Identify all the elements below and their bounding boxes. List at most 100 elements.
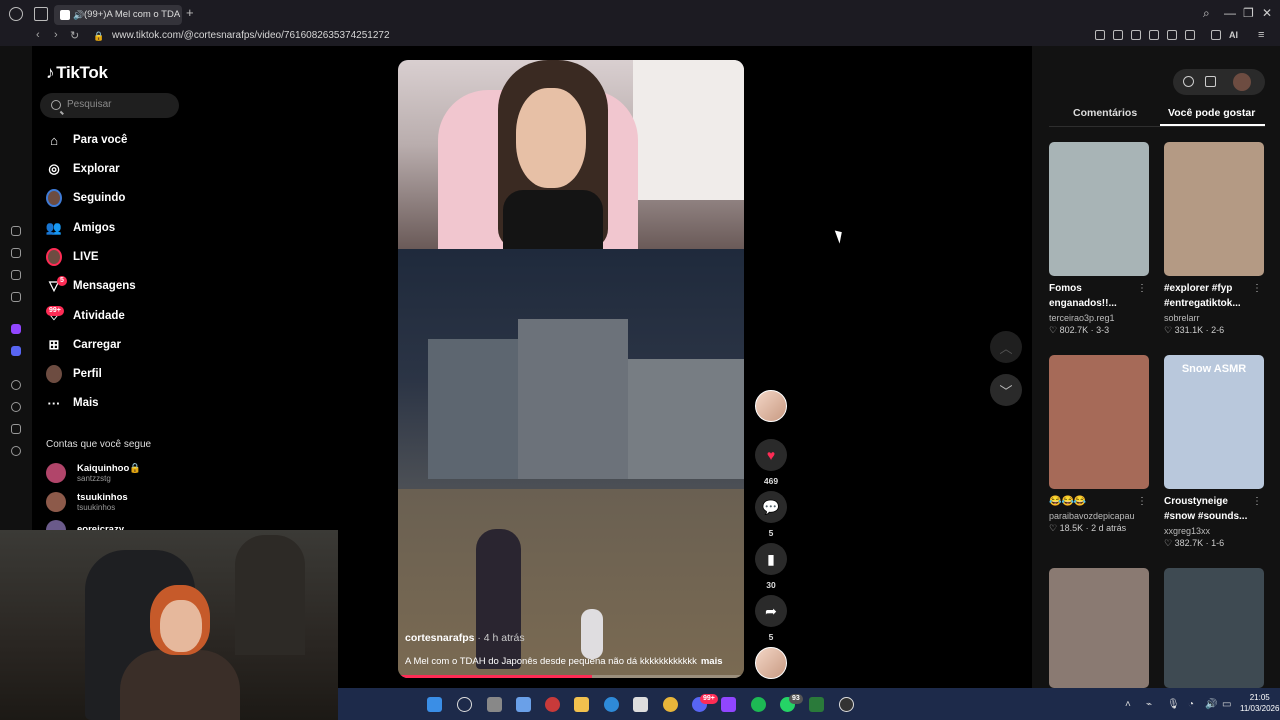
reload-icon[interactable]: ↻ [70,29,79,42]
settings-icon[interactable] [11,446,21,456]
spotify-icon[interactable] [751,697,766,712]
recommended-video-card[interactable]: Snow ASMR ⋮ Croustyneige #snow #sounds..… [1164,355,1264,549]
video-thumbnail[interactable] [1049,142,1149,276]
widgets-icon[interactable] [516,697,531,712]
history-icon[interactable] [11,226,21,236]
windows-start-icon[interactable] [427,697,442,712]
nav-mais[interactable]: ··· Mais [46,392,99,414]
more-options-icon[interactable]: ⋮ [1137,283,1147,294]
nav-seguindo[interactable]: Seguindo [46,187,125,209]
tab-comments[interactable]: Comentários [1073,107,1137,119]
ai-button[interactable]: AI [1229,30,1238,40]
notes-icon[interactable] [11,270,21,280]
forward-icon[interactable]: › [54,29,58,41]
tiktok-logo[interactable]: ♪ TikTok [46,63,108,83]
followed-account[interactable]: tsuukinhos tsuukinhos [46,490,128,514]
clock-icon[interactable] [11,402,21,412]
nav-para-voce[interactable]: ⌂ Para você [46,129,127,151]
recommended-video-card[interactable]: ⋮ 😂😂😂 paraibavozdepicapau ♡ 18.5K · 2 d … [1049,355,1149,534]
search-icon[interactable]: ⌕ [1203,6,1210,21]
recommended-video-card[interactable] [1049,568,1149,688]
browser-menu-icon[interactable] [9,7,23,21]
caption-more-button[interactable]: mais [701,656,723,667]
obs-icon[interactable] [839,697,854,712]
nav-live[interactable]: LIVE [46,246,99,268]
twitch-icon[interactable] [721,697,736,712]
video-player[interactable]: cortesnarafps · 4 h atrás A Mel com o TD… [398,60,744,678]
creator-avatar[interactable] [755,390,787,422]
chrome-icon[interactable] [663,697,678,712]
next-video-button[interactable]: ﹀ [990,374,1022,406]
screenshot-icon[interactable] [1113,30,1123,40]
bookmark-icon: ▮ [755,543,787,575]
app-icon[interactable] [545,697,560,712]
previous-video-button[interactable]: ︿ [990,331,1022,363]
url-field[interactable]: www.tiktok.com/@cortesnarafps/video/7616… [112,30,390,41]
nav-amigos[interactable]: 👥 Amigos [46,217,115,239]
bookmark-icon[interactable] [1095,30,1105,40]
battery-icon[interactable]: ▭ [1222,699,1231,710]
browser-tab[interactable]: 🔊 (99+)A Mel com o TDA [54,5,182,25]
task-view-icon[interactable] [487,697,502,712]
translate-icon[interactable] [1149,30,1159,40]
new-tab-button[interactable]: + [186,5,194,20]
followed-account[interactable]: Kaiquinhoo🔒 santzzstg [46,461,141,485]
search-icon[interactable] [457,697,472,712]
more-options-icon[interactable]: ⋮ [1137,496,1147,507]
video-thumbnail[interactable]: Snow ASMR [1164,355,1264,489]
recommended-video-card[interactable] [1164,568,1264,688]
avatar[interactable] [1233,73,1251,91]
messages-badge: 5 [57,276,67,286]
restore-icon[interactable]: ❐ [1243,6,1254,20]
store-icon[interactable] [633,697,648,712]
discord-icon[interactable] [11,346,21,356]
device-icon[interactable] [1205,76,1216,87]
nav-explorar[interactable]: ◎ Explorar [46,158,119,180]
video-thumbnail[interactable] [1049,568,1149,688]
menu-icon[interactable]: ≡ [1258,29,1264,41]
shield-icon[interactable] [1131,30,1141,40]
player-icon[interactable] [11,380,21,390]
audio-playing-icon[interactable]: 🔊 [73,5,84,25]
search-input[interactable]: Pesquisar [40,93,179,118]
chevron-down-icon: ﹀ [999,383,1013,399]
share-button[interactable]: ➦ 5 [755,595,787,642]
chevron-up-icon[interactable]: ˄ [1125,699,1131,710]
system-clock[interactable]: 21:05 11/03/2026 [1240,692,1279,714]
save-button[interactable]: ▮ 30 [755,543,787,590]
comment-button[interactable]: 💬 5 [755,491,787,538]
recommended-video-card[interactable]: ⋮ Fomos enganados!!... terceirao3p.reg1 … [1049,142,1149,336]
network-icon[interactable]: ⌁ [1146,699,1152,710]
sound-avatar[interactable] [755,647,787,679]
heart-icon[interactable] [1185,30,1195,40]
volume-icon[interactable]: 🔊 [1205,699,1217,710]
play-icon[interactable] [1167,30,1177,40]
twitch-icon[interactable] [11,324,21,334]
app-icon[interactable] [809,697,824,712]
video-progress-bar[interactable] [398,675,744,678]
wifi-icon[interactable]: ◔ [1188,699,1194,710]
more-options-icon[interactable]: ⋮ [1252,283,1262,294]
edge-icon[interactable] [604,697,619,712]
like-button[interactable]: ♥ 469 [755,439,787,486]
video-author[interactable]: cortesnarafps · 4 h atrás [405,632,525,644]
close-icon[interactable]: ✕ [1262,6,1272,20]
minimize-icon[interactable]: — [1224,6,1236,20]
extensions-icon[interactable] [11,424,21,434]
video-thumbnail[interactable] [1164,568,1264,688]
downloads-icon[interactable] [11,248,21,258]
nav-carregar[interactable]: ⊞ Carregar [46,334,121,356]
mail-icon[interactable] [11,292,21,302]
microphone-icon[interactable]: 🎙 [1167,699,1180,710]
video-thumbnail[interactable] [1164,142,1264,276]
tab-overview-icon[interactable] [34,7,48,21]
file-explorer-icon[interactable] [574,697,589,712]
wallet-icon[interactable] [1211,30,1221,40]
compass-icon[interactable] [1183,76,1194,87]
recommended-video-card[interactable]: ⋮ #explorer #fyp #entregatiktok... sobre… [1164,142,1264,336]
more-options-icon[interactable]: ⋮ [1252,496,1262,507]
tab-you-may-like[interactable]: Você pode gostar [1168,107,1255,119]
nav-perfil[interactable]: Perfil [46,363,102,385]
video-thumbnail[interactable] [1049,355,1149,489]
back-icon[interactable]: ‹ [36,29,40,41]
